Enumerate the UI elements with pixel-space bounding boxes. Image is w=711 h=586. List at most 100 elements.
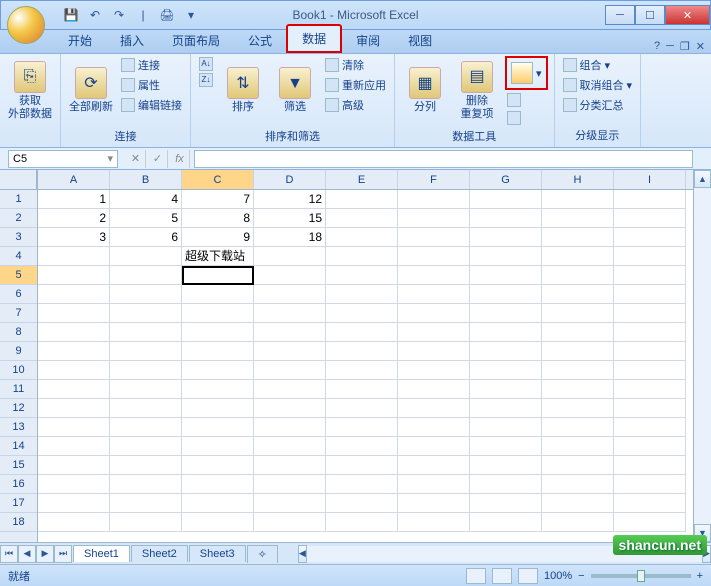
cell-D13[interactable] <box>254 418 326 437</box>
cell-B2[interactable]: 5 <box>110 209 182 228</box>
cell-H10[interactable] <box>542 361 614 380</box>
cell-A7[interactable] <box>38 304 110 323</box>
clear-button[interactable]: 清除 <box>323 56 388 74</box>
cell-E18[interactable] <box>326 513 398 532</box>
cell-F1[interactable] <box>398 190 470 209</box>
cell-D18[interactable] <box>254 513 326 532</box>
cell-A10[interactable] <box>38 361 110 380</box>
advanced-button[interactable]: 高级 <box>323 96 388 114</box>
cell-F10[interactable] <box>398 361 470 380</box>
cell-B7[interactable] <box>110 304 182 323</box>
get-external-data-button[interactable]: ⎘ 获取 外部数据 <box>6 56 54 126</box>
cell-F3[interactable] <box>398 228 470 247</box>
cell-B16[interactable] <box>110 475 182 494</box>
cell-H9[interactable] <box>542 342 614 361</box>
cell-H1[interactable] <box>542 190 614 209</box>
reapply-button[interactable]: 重新应用 <box>323 76 388 94</box>
sheet-nav-prev-icon[interactable]: ◀ <box>18 545 36 563</box>
cell-C2[interactable]: 8 <box>182 209 254 228</box>
column-header-B[interactable]: B <box>110 170 182 189</box>
close-button[interactable]: ✕ <box>665 5 710 25</box>
cell-C12[interactable] <box>182 399 254 418</box>
row-header-9[interactable]: 9 <box>0 342 37 361</box>
cell-H17[interactable] <box>542 494 614 513</box>
sort-button[interactable]: ⇅ 排序 <box>219 56 267 126</box>
column-header-G[interactable]: G <box>470 170 542 189</box>
cell-I18[interactable] <box>614 513 686 532</box>
cell-B15[interactable] <box>110 456 182 475</box>
cell-I14[interactable] <box>614 437 686 456</box>
cell-G7[interactable] <box>470 304 542 323</box>
cell-E8[interactable] <box>326 323 398 342</box>
cell-I13[interactable] <box>614 418 686 437</box>
cell-D7[interactable] <box>254 304 326 323</box>
cell-I1[interactable] <box>614 190 686 209</box>
cell-A4[interactable] <box>38 247 110 266</box>
cell-I2[interactable] <box>614 209 686 228</box>
cell-D16[interactable] <box>254 475 326 494</box>
column-header-E[interactable]: E <box>326 170 398 189</box>
doc-restore-icon[interactable]: ❐ <box>680 40 690 53</box>
cell-A12[interactable] <box>38 399 110 418</box>
cell-A15[interactable] <box>38 456 110 475</box>
cell-C11[interactable] <box>182 380 254 399</box>
zoom-thumb[interactable] <box>637 570 645 582</box>
cell-I6[interactable] <box>614 285 686 304</box>
cell-E13[interactable] <box>326 418 398 437</box>
minimize-button[interactable]: ─ <box>605 5 635 25</box>
cell-B11[interactable] <box>110 380 182 399</box>
row-header-18[interactable]: 18 <box>0 513 37 532</box>
column-header-A[interactable]: A <box>38 170 110 189</box>
formula-input[interactable] <box>194 150 693 168</box>
sheet-nav-next-icon[interactable]: ▶ <box>36 545 54 563</box>
cell-A3[interactable]: 3 <box>38 228 110 247</box>
zoom-level[interactable]: 100% <box>544 570 572 582</box>
sheet-nav-first-icon[interactable]: ⏮ <box>0 545 18 563</box>
cell-H11[interactable] <box>542 380 614 399</box>
cell-A5[interactable] <box>38 266 110 285</box>
cell-C18[interactable] <box>182 513 254 532</box>
consolidate-button[interactable] <box>505 92 548 108</box>
cell-G10[interactable] <box>470 361 542 380</box>
cell-F9[interactable] <box>398 342 470 361</box>
column-header-H[interactable]: H <box>542 170 614 189</box>
doc-close-icon[interactable]: ✕ <box>696 40 705 53</box>
cell-E3[interactable] <box>326 228 398 247</box>
cell-E1[interactable] <box>326 190 398 209</box>
cell-F13[interactable] <box>398 418 470 437</box>
row-header-13[interactable]: 13 <box>0 418 37 437</box>
cell-F2[interactable] <box>398 209 470 228</box>
cell-E15[interactable] <box>326 456 398 475</box>
scroll-up-icon[interactable]: ▲ <box>694 170 711 188</box>
cell-B5[interactable] <box>110 266 182 285</box>
cell-H6[interactable] <box>542 285 614 304</box>
text-to-columns-button[interactable]: ▦ 分列 <box>401 56 449 126</box>
sheet-tab-3[interactable]: Sheet3 <box>189 545 246 562</box>
cell-E5[interactable] <box>326 266 398 285</box>
scroll-left-icon[interactable]: ◀ <box>298 545 307 563</box>
cell-C7[interactable] <box>182 304 254 323</box>
cell-F17[interactable] <box>398 494 470 513</box>
connections-button[interactable]: 连接 <box>119 56 184 74</box>
cell-A11[interactable] <box>38 380 110 399</box>
cell-G3[interactable] <box>470 228 542 247</box>
cell-G17[interactable] <box>470 494 542 513</box>
zoom-slider[interactable] <box>591 574 691 578</box>
row-header-11[interactable]: 11 <box>0 380 37 399</box>
sort-asc-button[interactable]: A↓ <box>197 56 215 72</box>
cell-C1[interactable]: 7 <box>182 190 254 209</box>
row-header-14[interactable]: 14 <box>0 437 37 456</box>
enter-formula-icon[interactable]: ✓ <box>148 150 168 168</box>
cell-A16[interactable] <box>38 475 110 494</box>
cell-I3[interactable] <box>614 228 686 247</box>
cell-H15[interactable] <box>542 456 614 475</box>
cell-I16[interactable] <box>614 475 686 494</box>
cell-G18[interactable] <box>470 513 542 532</box>
cell-E11[interactable] <box>326 380 398 399</box>
cell-D6[interactable] <box>254 285 326 304</box>
cell-I10[interactable] <box>614 361 686 380</box>
cell-C5[interactable] <box>182 266 254 285</box>
cell-C14[interactable] <box>182 437 254 456</box>
cell-F12[interactable] <box>398 399 470 418</box>
cell-I4[interactable] <box>614 247 686 266</box>
